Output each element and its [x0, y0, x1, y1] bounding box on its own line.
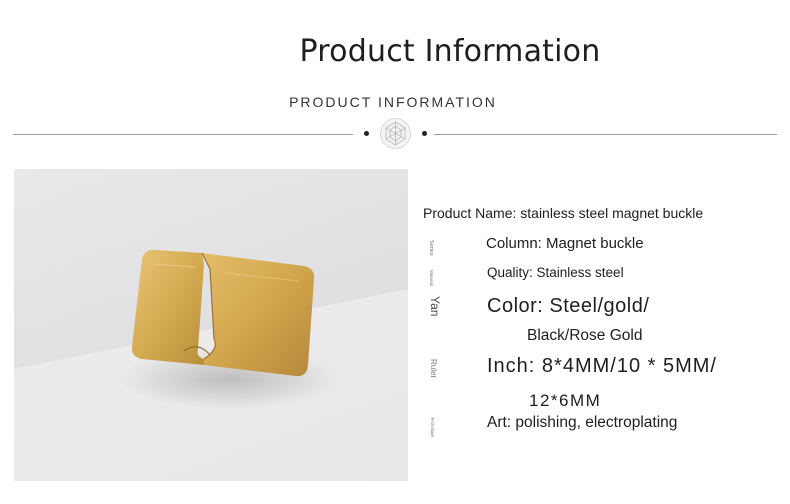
spec-quality: Quality: Stainless steel [487, 265, 624, 280]
divider-dot-left [364, 131, 369, 136]
page-subtitle: PRODUCT INFORMATION [289, 94, 497, 110]
divider-dot-right [422, 131, 427, 136]
page-title: Product Information [299, 34, 601, 69]
diamond-ornament-icon [380, 118, 411, 149]
side-label-series: Series [428, 240, 434, 256]
spec-inch: Inch: 8*4MM/10 * 5MM/ [487, 355, 717, 377]
side-label-technique: Technique [430, 417, 435, 438]
spec-color-cont: Black/Rose Gold [527, 327, 643, 344]
side-label-yan: Yan [428, 296, 442, 317]
magnet-buckle [131, 249, 315, 377]
product-photo [14, 169, 408, 481]
spec-product-name: Product Name: stainless steel magnet buc… [423, 205, 704, 221]
spec-inch-cont: 12*6MM [529, 391, 602, 410]
divider-right [434, 134, 777, 135]
spec-color: Color: Steel/gold/ [487, 295, 650, 317]
spec-art: Art: polishing, electroplating [487, 414, 678, 431]
divider-left [13, 134, 353, 135]
side-label-material: Material [429, 270, 434, 287]
side-label-ruler: Ruler [429, 359, 438, 379]
spec-column: Column: Magnet buckle [486, 235, 644, 252]
